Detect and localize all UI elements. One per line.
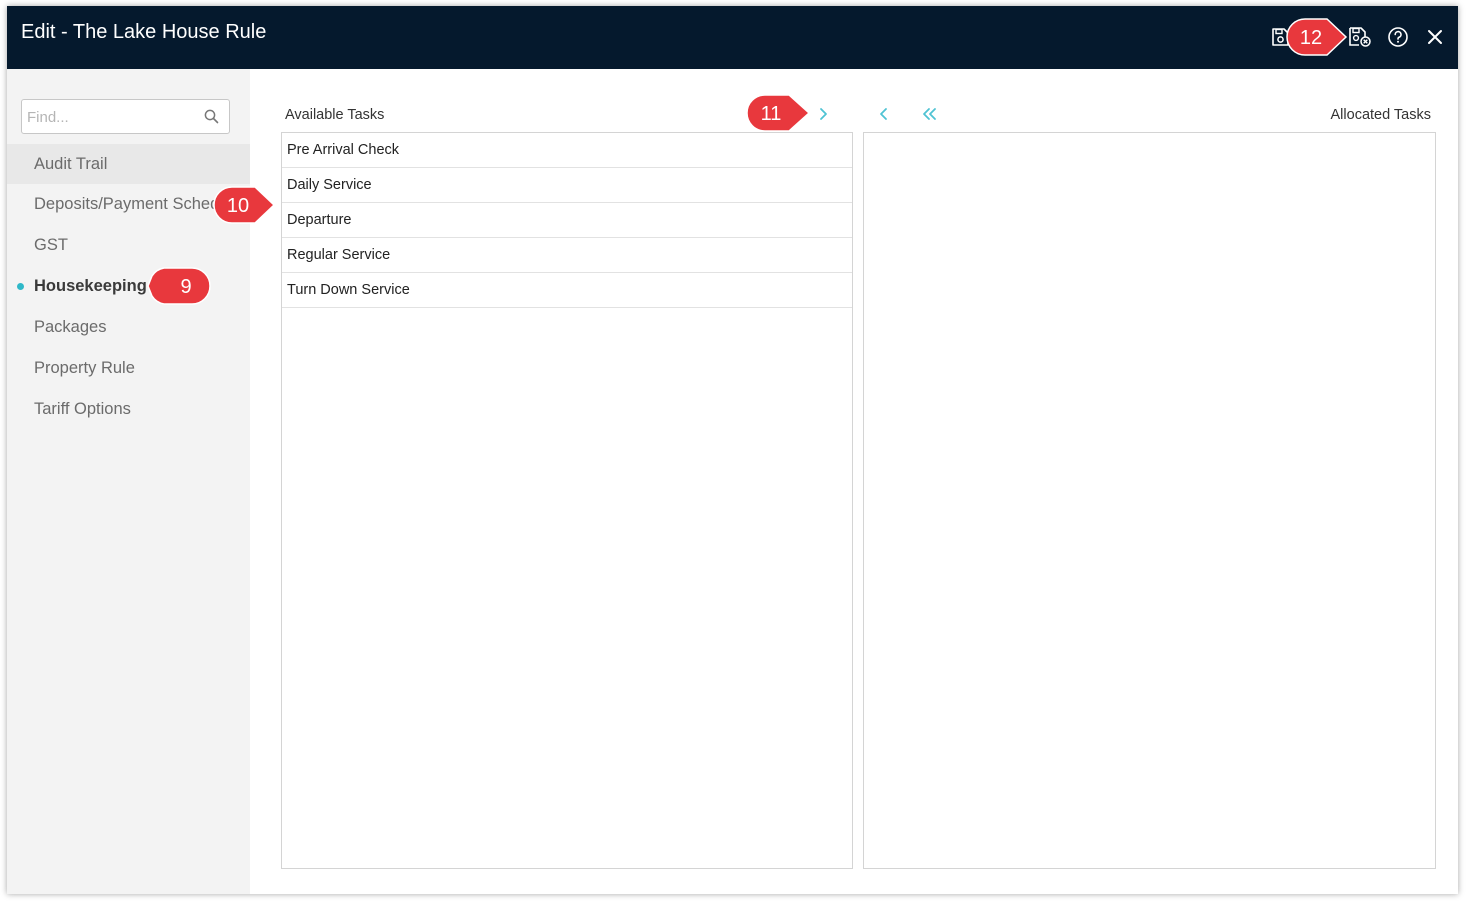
main-panel: Available Tasks Allocated Tasks Pre Arri… [250,69,1458,894]
title-bar: Edit - The Lake House Rule [7,6,1458,69]
sidebar-item-label: Tariff Options [34,400,131,418]
move-all-left-button[interactable] [919,103,941,125]
save-close-icon[interactable] [1347,24,1373,50]
callout-number: 10 [227,195,249,217]
list-item[interactable]: Turn Down Service [282,273,852,308]
move-right-button[interactable] [812,103,834,125]
list-item[interactable]: Departure [282,203,852,238]
find-input[interactable] [27,106,197,128]
sidebar-item-property-rule[interactable]: Property Rule [7,348,250,388]
list-item[interactable]: Pre Arrival Check [282,133,852,168]
find-box [21,99,230,134]
sidebar-item-label: Packages [34,318,107,336]
search-icon[interactable] [204,109,219,129]
callout-10: 10 [213,186,276,224]
move-left-button[interactable] [873,103,895,125]
callout-9: 9 [147,267,211,305]
edit-window: Edit - The Lake House Rule Find... Audit… [7,6,1458,894]
callout-number: 12 [1300,27,1322,49]
sidebar-item-packages[interactable]: Packages [7,307,250,347]
allocated-tasks-label: Allocated Tasks [1330,107,1431,123]
sidebar-item-audit-trail[interactable]: Audit Trail [7,144,250,184]
help-icon[interactable] [1385,24,1411,50]
callout-11: 11 [746,94,811,132]
sidebar-item-housekeeping[interactable]: Housekeeping [7,266,250,306]
sidebar-item-gst[interactable]: GST [7,225,250,265]
callout-number: 11 [761,103,782,125]
allocated-tasks-list[interactable] [863,132,1436,869]
sidebar-item-label: Audit Trail [34,155,108,173]
close-icon[interactable] [1422,24,1448,50]
callout-number: 9 [180,276,191,298]
sidebar-item-tariff-options[interactable]: Tariff Options [7,389,250,429]
callout-12: 12 [1286,18,1348,56]
window-title: Edit - The Lake House Rule [21,21,267,43]
sidebar-item-label: Housekeeping [34,277,147,295]
sidebar-item-label: GST [34,236,68,254]
available-tasks-list[interactable]: Pre Arrival Check Daily Service Departur… [281,132,853,869]
sidebar-item-label: Property Rule [34,359,135,377]
available-tasks-label: Available Tasks [285,107,385,123]
list-item[interactable]: Daily Service [282,168,852,203]
list-item[interactable]: Regular Service [282,238,852,273]
active-indicator-dot [17,283,24,290]
